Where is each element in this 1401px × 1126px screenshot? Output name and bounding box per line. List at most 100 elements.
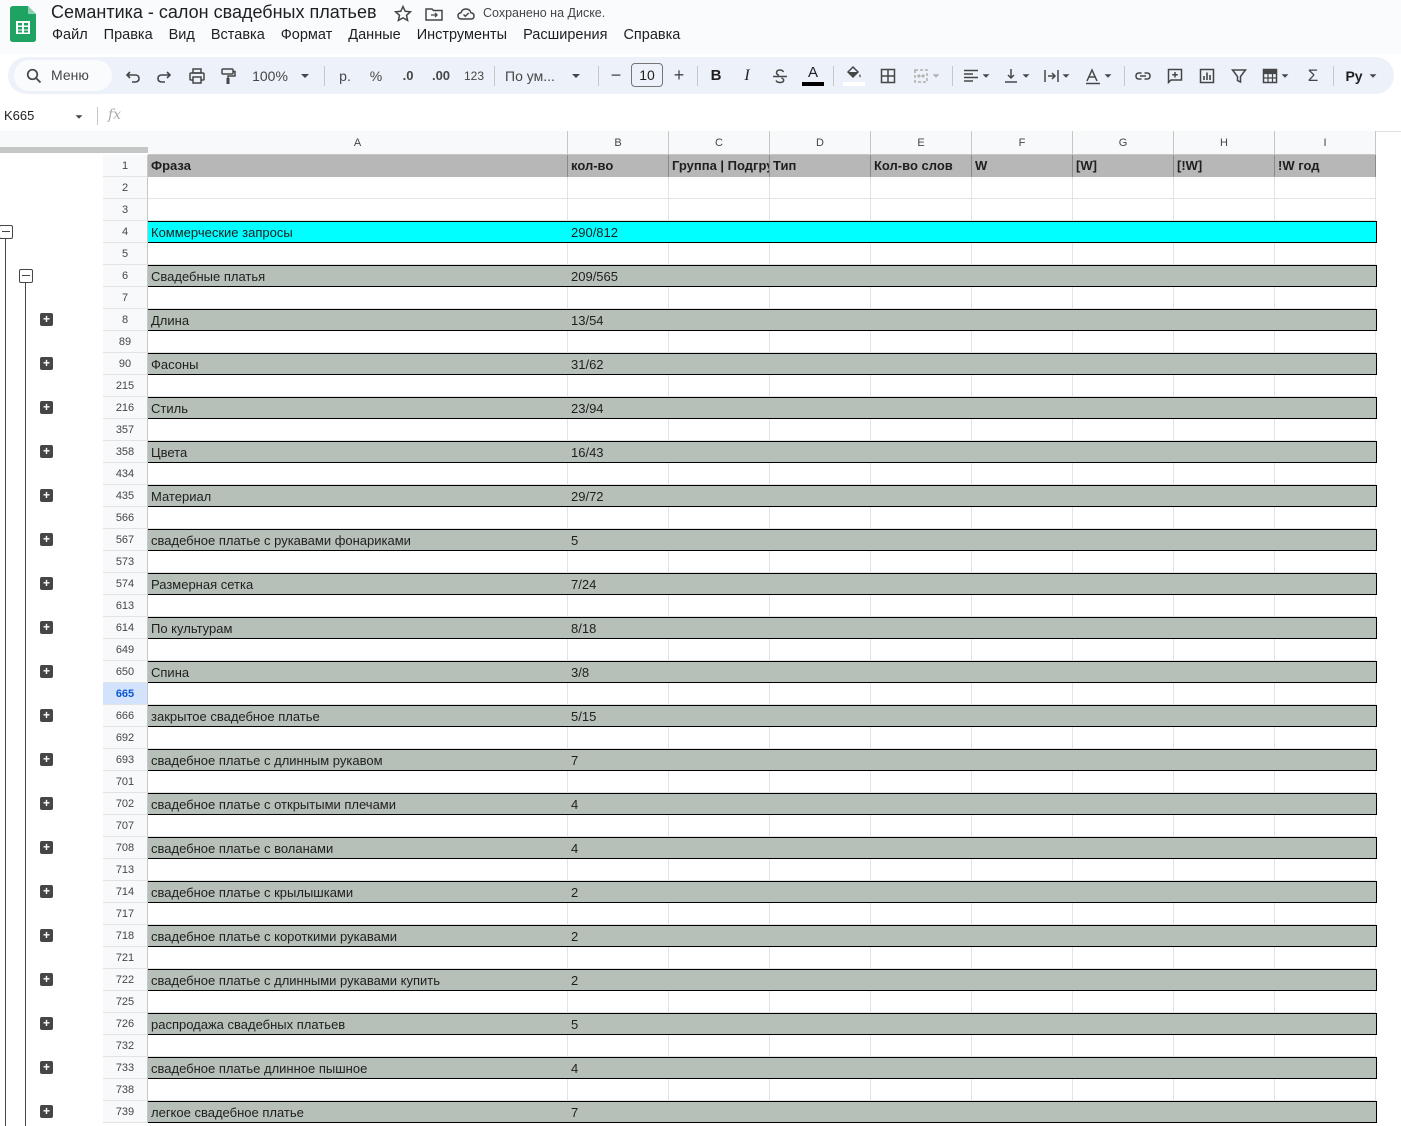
- row-number[interactable]: 573: [103, 551, 148, 573]
- cell[interactable]: [871, 947, 972, 969]
- cell[interactable]: [669, 243, 770, 265]
- row-number[interactable]: 717: [103, 903, 148, 925]
- row-number[interactable]: 718: [103, 925, 148, 947]
- cell[interactable]: [871, 771, 972, 793]
- cell[interactable]: [568, 287, 669, 309]
- group-band[interactable]: Цвета 16/43: [148, 441, 1377, 463]
- cell[interactable]: [871, 463, 972, 485]
- row-number[interactable]: 567: [103, 529, 148, 551]
- text-wrapping-button[interactable]: [1040, 57, 1074, 94]
- expand-group-icon[interactable]: +: [40, 489, 53, 502]
- cell[interactable]: [1275, 287, 1376, 309]
- cell[interactable]: [770, 639, 871, 661]
- cell[interactable]: [568, 243, 669, 265]
- header-cell[interactable]: !W год: [1275, 155, 1376, 177]
- header-cell[interactable]: Фраза: [148, 155, 568, 177]
- cell[interactable]: [1275, 815, 1376, 837]
- row-number[interactable]: 722: [103, 969, 148, 991]
- cell[interactable]: [972, 859, 1073, 881]
- row-number[interactable]: 358: [103, 441, 148, 463]
- move-folder-icon[interactable]: [424, 4, 444, 24]
- row-number[interactable]: 702: [103, 793, 148, 815]
- cell[interactable]: [669, 507, 770, 529]
- row-number[interactable]: 574: [103, 573, 148, 595]
- group-band[interactable]: Спина 3/8: [148, 661, 1377, 683]
- expand-group-icon[interactable]: +: [40, 753, 53, 766]
- cell[interactable]: [1275, 551, 1376, 573]
- column-header[interactable]: I: [1275, 131, 1376, 155]
- cell[interactable]: [871, 419, 972, 441]
- cell[interactable]: [1275, 947, 1376, 969]
- row-number[interactable]: 693: [103, 749, 148, 771]
- cell[interactable]: [148, 771, 568, 793]
- cell[interactable]: [770, 1079, 871, 1101]
- row-number[interactable]: 733: [103, 1057, 148, 1079]
- cell[interactable]: [669, 947, 770, 969]
- cell[interactable]: [770, 463, 871, 485]
- cell[interactable]: [871, 903, 972, 925]
- cell[interactable]: [1073, 595, 1174, 617]
- header-cell[interactable]: [!W]: [1174, 155, 1275, 177]
- cell[interactable]: [1073, 771, 1174, 793]
- row-number[interactable]: 692: [103, 727, 148, 749]
- cell[interactable]: [568, 815, 669, 837]
- cell[interactable]: [871, 1079, 972, 1101]
- row-number[interactable]: 701: [103, 771, 148, 793]
- cell[interactable]: [1174, 815, 1275, 837]
- cell[interactable]: [568, 903, 669, 925]
- cell[interactable]: [568, 1035, 669, 1057]
- cell[interactable]: [871, 683, 972, 705]
- cell[interactable]: [568, 551, 669, 573]
- cell[interactable]: [1073, 199, 1174, 221]
- cell[interactable]: [1073, 1035, 1174, 1057]
- font-size-decrease-button[interactable]: −: [606, 57, 626, 94]
- cell[interactable]: [972, 991, 1073, 1013]
- group-band[interactable]: свадебное платье с крылышками 2: [148, 881, 1377, 903]
- cell[interactable]: [1073, 551, 1174, 573]
- header-cell[interactable]: [W]: [1073, 155, 1174, 177]
- row-number[interactable]: 650: [103, 661, 148, 683]
- expand-group-icon[interactable]: +: [40, 1105, 53, 1118]
- expand-group-icon[interactable]: +: [40, 313, 53, 326]
- cell[interactable]: [1174, 507, 1275, 529]
- menu-item[interactable]: Файл: [44, 27, 96, 47]
- cell[interactable]: [871, 991, 972, 1013]
- cell[interactable]: [148, 683, 568, 705]
- cell[interactable]: [1073, 177, 1174, 199]
- expand-group-icon[interactable]: +: [40, 665, 53, 678]
- cell[interactable]: [568, 1079, 669, 1101]
- document-title[interactable]: Семантика - салон свадебных платьев: [51, 2, 377, 23]
- increase-decimal-button[interactable]: .00: [427, 57, 455, 94]
- row-number[interactable]: 357: [103, 419, 148, 441]
- sheets-logo-icon[interactable]: [10, 6, 36, 42]
- menu-item[interactable]: Правка: [96, 27, 161, 47]
- row-number[interactable]: 649: [103, 639, 148, 661]
- cell[interactable]: [770, 903, 871, 925]
- cell[interactable]: [669, 991, 770, 1013]
- print-button[interactable]: [184, 57, 210, 94]
- cell[interactable]: [1275, 463, 1376, 485]
- cell[interactable]: [1174, 1035, 1275, 1057]
- cell[interactable]: [148, 815, 568, 837]
- menu-item[interactable]: Вид: [161, 27, 203, 47]
- column-header[interactable]: F: [972, 131, 1073, 155]
- column-header[interactable]: E: [871, 131, 972, 155]
- cell[interactable]: [1174, 727, 1275, 749]
- cell[interactable]: [1174, 947, 1275, 969]
- cell[interactable]: [1073, 243, 1174, 265]
- cell[interactable]: [1275, 199, 1376, 221]
- cell[interactable]: [1275, 507, 1376, 529]
- cell[interactable]: [972, 639, 1073, 661]
- text-color-button[interactable]: A: [801, 57, 825, 94]
- cell[interactable]: [1073, 947, 1174, 969]
- cell[interactable]: [972, 947, 1073, 969]
- cell[interactable]: [770, 243, 871, 265]
- group-band[interactable]: По культурам 8/18: [148, 617, 1377, 639]
- cell[interactable]: [148, 903, 568, 925]
- cell[interactable]: [1275, 419, 1376, 441]
- cell[interactable]: [871, 815, 972, 837]
- cell[interactable]: [1174, 991, 1275, 1013]
- insert-link-button[interactable]: [1131, 57, 1155, 94]
- cell[interactable]: [972, 375, 1073, 397]
- cell[interactable]: [669, 727, 770, 749]
